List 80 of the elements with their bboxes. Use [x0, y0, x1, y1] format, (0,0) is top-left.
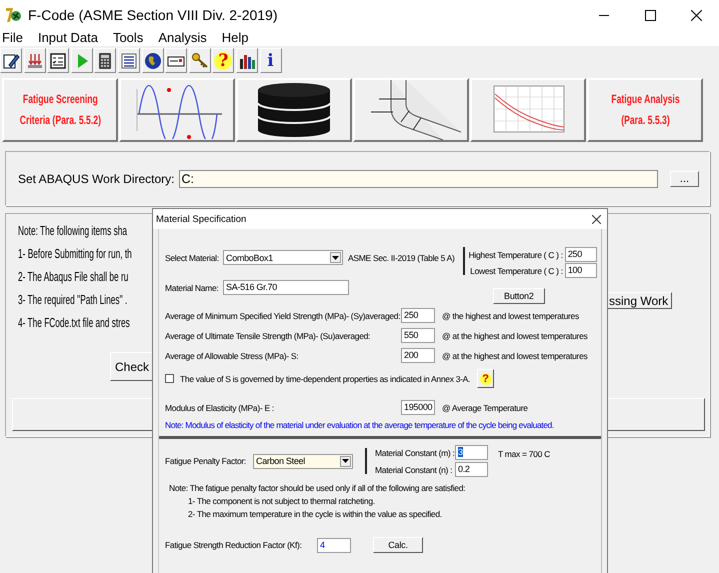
- standard-text: ASME Sec. II-2019 (Table 5 A): [348, 252, 455, 262]
- note-text: 1- The component is not subject to thermal ratcheting.: [188, 496, 375, 506]
- checkbox-label: The value of S is governed by time-dependent properties as indicated in Annex 3-A.: [180, 374, 470, 384]
- field-label: Average of Ultimate Tensile Strength (MPa)- (Su)averaged:: [165, 330, 372, 340]
- constant-field[interactable]: 0.2: [455, 462, 488, 477]
- app-icon: [4, 6, 22, 24]
- window-title: F-Code (ASME Section VIII Div. 2-2019): [28, 7, 278, 23]
- edit-icon: [2, 52, 20, 70]
- note-text: 2- The Abaqus File shall be ru: [18, 269, 128, 285]
- toolbar-button[interactable]: [142, 48, 164, 73]
- menu-item[interactable]: Analysis: [158, 30, 207, 46]
- help-icon: ?: [214, 52, 232, 70]
- note-text: 4- The FCode.txt file and stres: [18, 315, 130, 331]
- processing-button[interactable]: ssing Work: [607, 292, 672, 309]
- import-icon: [26, 52, 44, 70]
- note-text: 3- The required ''Path Lines'' .: [18, 292, 128, 308]
- field-label: Set ABAQUS Work Directory:: [18, 172, 174, 186]
- menu-item[interactable]: File: [2, 30, 23, 46]
- list-icon: [120, 52, 138, 70]
- button2[interactable]: Button2: [492, 288, 545, 304]
- help-button[interactable]: ?: [477, 369, 494, 388]
- material-dropdown[interactable]: ComboBox1: [223, 250, 343, 265]
- globe-icon: [144, 52, 162, 70]
- menu-item[interactable]: Tools: [112, 30, 144, 46]
- condition-text: @ at the highest and lowest temperatures: [442, 330, 588, 340]
- close-icon[interactable]: [690, 10, 702, 20]
- menu-item[interactable]: Input Data: [38, 30, 98, 46]
- kf-field[interactable]: 4: [317, 538, 351, 552]
- close-icon[interactable]: [592, 214, 601, 224]
- constant-field[interactable]: 3: [455, 445, 488, 460]
- menu-item[interactable]: Help: [222, 30, 248, 46]
- temperature-field[interactable]: 100: [564, 263, 597, 278]
- toolbar-button[interactable]: ?: [212, 48, 234, 73]
- maximize-icon[interactable]: [644, 10, 656, 20]
- material-name-field[interactable]: SA-516 Gr.70: [223, 280, 349, 295]
- field-label: Modulus of Elasticity (MPa)- E :: [165, 402, 275, 412]
- note-text: Note: The fatigue penalty factor should be used only if all of the following are satisfied:: [169, 483, 466, 493]
- field-label: Material Constant (m) :: [375, 448, 455, 458]
- browse-button[interactable]: ...: [670, 170, 699, 186]
- directory-field[interactable]: C:: [178, 170, 658, 188]
- key-icon: [190, 52, 209, 70]
- tmax-text: T max = 700 C: [498, 449, 550, 459]
- temperature-field[interactable]: 250: [564, 247, 597, 262]
- info-icon: i: [262, 52, 280, 70]
- field-label: Lowest Temperature ( C ) :: [470, 266, 563, 276]
- note-text: 2- The maximum temperature in the cycle is within the value as specified.: [188, 509, 442, 519]
- condition-text: @ at the highest and lowest temperatures: [442, 350, 588, 360]
- calc-button[interactable]: Calc.: [373, 537, 423, 553]
- toolbar-button[interactable]: [236, 48, 258, 73]
- checkbox[interactable]: [165, 374, 174, 383]
- toolbar-button[interactable]: [94, 48, 116, 73]
- field-label: Select Material:: [165, 252, 220, 262]
- value-field[interactable]: 250: [401, 308, 435, 323]
- value-field[interactable]: 195000: [401, 400, 435, 415]
- field-label: Fatigue Penalty Factor:: [165, 456, 247, 466]
- toolbar-button[interactable]: i: [260, 48, 282, 73]
- note-text: Note: The following items sha: [18, 223, 127, 239]
- penalty-dropdown[interactable]: Carbon Steel: [253, 454, 353, 468]
- toolbar-button[interactable]: [0, 48, 22, 73]
- field-label: Material Constant (n) :: [375, 464, 454, 474]
- image-button[interactable]: [353, 78, 469, 142]
- field-label: Average of Minimum Specified Yield Strength (MPa)- (Sy)averaged:: [165, 310, 401, 320]
- database-icon: [256, 82, 332, 138]
- field-label: Average of Allowable Stress (MPa)- S:: [165, 350, 300, 360]
- field-label: Highest Temperature ( C ) :: [468, 250, 563, 260]
- field-label: Fatigue Strength Reduction Factor (Kf):: [165, 540, 303, 550]
- note-text: 1- Before Submitting for run, th: [18, 246, 132, 262]
- dialog-title: Material Specification: [156, 214, 246, 224]
- toolbar-button[interactable]: [118, 48, 140, 73]
- note-text: Note: Modulus of elasticity of the material under evaluation at the average temperature of the cycle being evaluated.: [165, 420, 555, 430]
- checklist-icon: [49, 52, 68, 70]
- toolbar-button[interactable]: [188, 48, 211, 73]
- condition-text: @ the highest and lowest temperatures: [442, 310, 579, 320]
- condition-text: @ Average Temperature: [442, 402, 528, 412]
- value-field[interactable]: 550: [401, 328, 435, 343]
- value-field[interactable]: 200: [401, 348, 435, 363]
- toolbar-button[interactable]: [47, 48, 70, 73]
- field-label: Material Name:: [165, 282, 220, 292]
- toolbar-button[interactable]: [165, 48, 188, 73]
- image-button[interactable]: [236, 78, 352, 142]
